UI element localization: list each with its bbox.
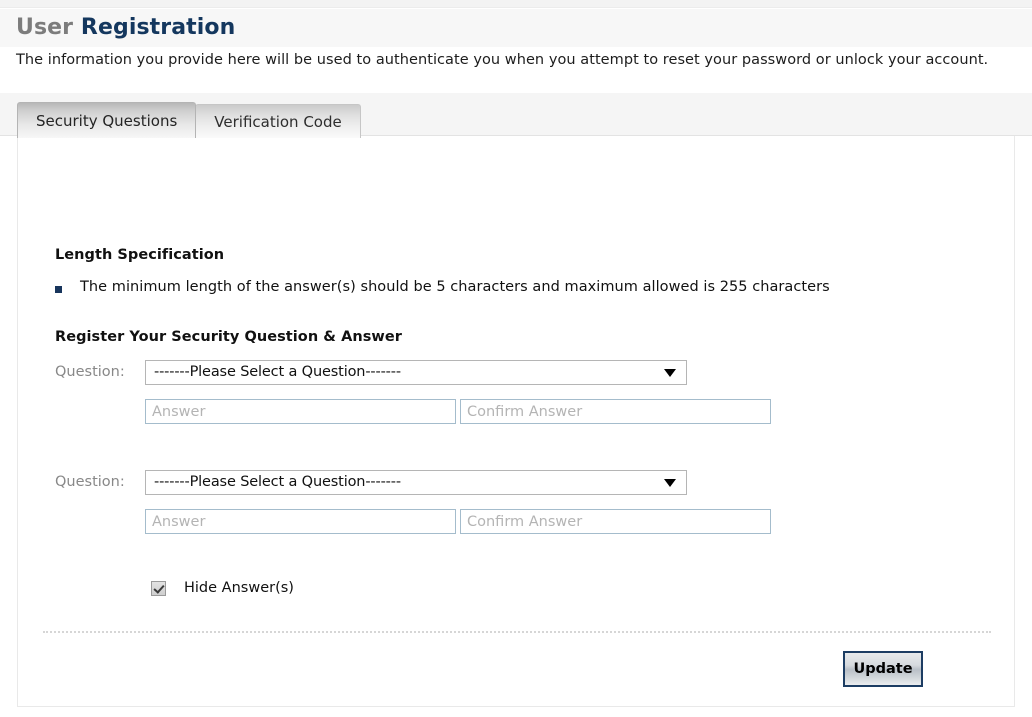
chevron-down-icon xyxy=(664,479,676,487)
top-strip xyxy=(0,0,1032,8)
hide-answers-row[interactable]: Hide Answer(s) xyxy=(151,580,294,596)
security-questions-panel: Length Specification The minimum length … xyxy=(17,136,1015,707)
tab-security-questions-label: Security Questions xyxy=(36,111,178,130)
tab-security-questions[interactable]: Security Questions xyxy=(17,102,197,138)
question-label-2: Question: xyxy=(55,474,125,490)
confirm-answer-input-1[interactable] xyxy=(460,399,771,424)
register-question-heading: Register Your Security Question & Answer xyxy=(55,329,402,345)
footer-divider xyxy=(43,631,991,633)
page-title-light: User xyxy=(16,15,74,40)
question-select-1-value: -------Please Select a Question------- xyxy=(154,364,401,380)
question-label-1: Question: xyxy=(55,364,125,380)
length-specification-heading: Length Specification xyxy=(55,247,225,263)
confirm-answer-input-2[interactable] xyxy=(460,509,771,534)
question-select-2[interactable]: -------Please Select a Question------- xyxy=(145,470,687,495)
answer-row-1 xyxy=(145,399,771,424)
length-specification-bullet-text: The minimum length of the answer(s) shou… xyxy=(80,279,830,295)
answer-input-1[interactable] xyxy=(145,399,456,424)
square-bullet-icon xyxy=(55,286,62,293)
answer-row-2 xyxy=(145,509,771,534)
tab-list: Security Questions Verification Code xyxy=(17,102,361,138)
tab-verification-code[interactable]: Verification Code xyxy=(195,104,361,138)
page-title-dark: Registration xyxy=(80,15,236,40)
tab-verification-code-label: Verification Code xyxy=(214,112,342,131)
length-specification-bullet: The minimum length of the answer(s) shou… xyxy=(55,279,830,295)
hide-answers-label: Hide Answer(s) xyxy=(184,580,294,596)
page-subtitle: The information you provide here will be… xyxy=(16,52,989,68)
chevron-down-icon xyxy=(664,369,676,377)
page-header: User Registration xyxy=(0,9,1032,47)
update-button[interactable]: Update xyxy=(843,651,923,687)
hide-answers-checkbox[interactable] xyxy=(151,580,166,596)
question-select-2-value: -------Please Select a Question------- xyxy=(154,474,401,490)
answer-input-2[interactable] xyxy=(145,509,456,534)
tab-bar: Security Questions Verification Code xyxy=(0,93,1032,138)
user-registration-page: User Registration The information you pr… xyxy=(0,0,1032,717)
page-title: User Registration xyxy=(16,9,1032,47)
question-select-1[interactable]: -------Please Select a Question------- xyxy=(145,360,687,385)
